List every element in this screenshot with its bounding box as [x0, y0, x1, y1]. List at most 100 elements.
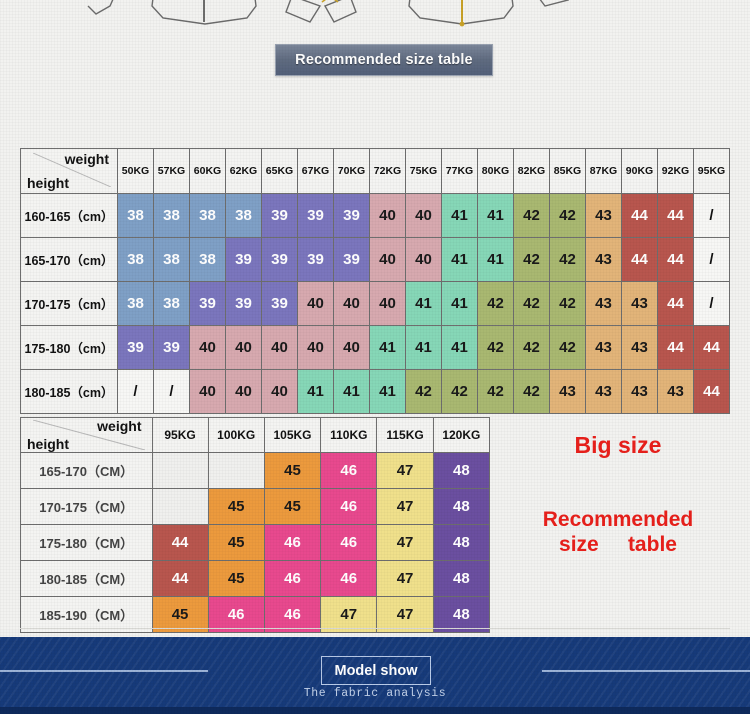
- size-cell: 47: [376, 488, 434, 525]
- size-cell: 38: [189, 193, 226, 238]
- size-cell: 39: [117, 325, 154, 370]
- size-cell: 45: [263, 452, 322, 489]
- column-header-62kg: 62KG: [225, 148, 262, 194]
- size-cell: 42: [405, 369, 442, 414]
- size-cell: 44: [621, 193, 658, 238]
- column-header-80kg: 80KG: [477, 148, 514, 194]
- row-header-height: 170-175（CM）: [20, 488, 153, 525]
- size-cell: 41: [405, 281, 442, 326]
- size-cell: 39: [333, 193, 370, 238]
- size-cell: 42: [513, 369, 550, 414]
- footer-title-box: Model show: [321, 656, 431, 685]
- size-cell: 41: [441, 281, 478, 326]
- size-cell: 43: [657, 369, 694, 414]
- column-header-92kg: 92KG: [657, 148, 694, 194]
- size-cell: 44: [657, 281, 694, 326]
- table-row: 180-185（CM） 44 45 46 46 47 48: [20, 560, 491, 597]
- row-header-height: 165-170（CM）: [20, 452, 153, 489]
- table2-corner-cell: weight height: [20, 417, 153, 453]
- size-cell: 42: [513, 281, 550, 326]
- page-title-banner: Recommended size table: [275, 44, 493, 76]
- recommended-line-1: Recommended: [542, 508, 694, 531]
- column-header-77kg: 77KG: [441, 148, 478, 194]
- size-cell: 41: [477, 237, 514, 282]
- size-cell: 45: [263, 488, 322, 525]
- size-cell: 42: [549, 281, 586, 326]
- size-cell: 46: [320, 488, 378, 525]
- size-cell: 42: [513, 193, 550, 238]
- size-cell: 41: [333, 369, 370, 414]
- size-cell: 39: [261, 193, 298, 238]
- table-row: 175-180（cm） 39 39 40 40 40 40 40 41 41 41 42 42 42 43 4…: [20, 325, 730, 370]
- footer-title: Model show: [334, 662, 418, 679]
- footer-bottom-edge: [0, 707, 750, 714]
- size-cell: 40: [225, 369, 262, 414]
- column-header-85kg: 85KG: [549, 148, 586, 194]
- size-cell: 39: [261, 281, 298, 326]
- size-cell: 40: [189, 325, 226, 370]
- column-header-50kg: 50KG: [117, 148, 154, 194]
- size-cell: 42: [549, 325, 586, 370]
- size-cell: 40: [297, 281, 334, 326]
- recommended-word-size: size: [559, 532, 599, 556]
- size-cell: 42: [441, 369, 478, 414]
- size-cell: 47: [376, 452, 434, 489]
- row-header-height: 175-180（cm）: [20, 325, 118, 370]
- column-header-87kg: 87KG: [585, 148, 622, 194]
- column-header-70kg: 70KG: [333, 148, 370, 194]
- recommended-word-table: table: [627, 532, 677, 556]
- size-cell: 41: [441, 325, 478, 370]
- size-cell: 46: [320, 452, 378, 489]
- size-cell: 40: [261, 369, 298, 414]
- table-header-row: weight height 95KG 100KG 105KG 110KG 115KG 12…: [20, 417, 491, 453]
- size-cell: 48: [432, 524, 491, 561]
- weight-axis-label: weight: [97, 418, 142, 434]
- page-title: Recommended size table: [295, 52, 473, 68]
- size-cell: 39: [261, 237, 298, 282]
- size-cell: 47: [376, 524, 434, 561]
- size-cell: [151, 452, 209, 489]
- table-header-row: weight height 50KG 57KG 60KG 62KG 65KG 67KG 70…: [20, 148, 730, 194]
- size-cell: 47: [376, 560, 434, 597]
- size-cell: 40: [369, 237, 406, 282]
- size-cell: 39: [153, 325, 190, 370]
- column-header-115kg: 115KG: [376, 417, 434, 453]
- size-cell: [151, 488, 209, 525]
- footer-rule-left: [0, 670, 208, 672]
- size-cell: 38: [189, 237, 226, 282]
- size-cell: 41: [369, 369, 406, 414]
- column-header-110kg: 110KG: [320, 417, 378, 453]
- table2-body: 165-170（CM） 45 46 47 48 170-175（CM） 45 45 46 47 48…: [20, 452, 491, 633]
- size-cell: /: [693, 281, 730, 326]
- size-cell: 45: [207, 488, 265, 525]
- size-cell: 43: [621, 281, 658, 326]
- column-header-75kg: 75KG: [405, 148, 442, 194]
- size-cell: 41: [405, 325, 442, 370]
- size-cell: 40: [261, 325, 298, 370]
- size-cell: 48: [432, 452, 491, 489]
- size-cell: 40: [405, 193, 442, 238]
- height-axis-label: height: [27, 436, 69, 452]
- size-cell: 40: [333, 325, 370, 370]
- size-cell: 43: [585, 193, 622, 238]
- size-cell: 41: [441, 193, 478, 238]
- size-cell: 43: [585, 325, 622, 370]
- size-cell: 43: [621, 369, 658, 414]
- size-cell: 48: [432, 560, 491, 597]
- size-cell: 42: [477, 325, 514, 370]
- size-cell: 45: [207, 560, 265, 597]
- size-cell: /: [693, 193, 730, 238]
- size-cell: 43: [585, 281, 622, 326]
- size-cell: 40: [369, 281, 406, 326]
- size-cell: 38: [117, 281, 154, 326]
- column-header-57kg: 57KG: [153, 148, 190, 194]
- size-cell: 38: [225, 193, 262, 238]
- size-cell: 44: [151, 560, 209, 597]
- column-header-72kg: 72KG: [369, 148, 406, 194]
- size-cell: 42: [477, 369, 514, 414]
- size-cell: 42: [513, 325, 550, 370]
- size-cell: 45: [207, 524, 265, 561]
- row-header-height: 175-180（CM）: [20, 524, 153, 561]
- size-cell: 42: [513, 237, 550, 282]
- size-cell: 38: [117, 237, 154, 282]
